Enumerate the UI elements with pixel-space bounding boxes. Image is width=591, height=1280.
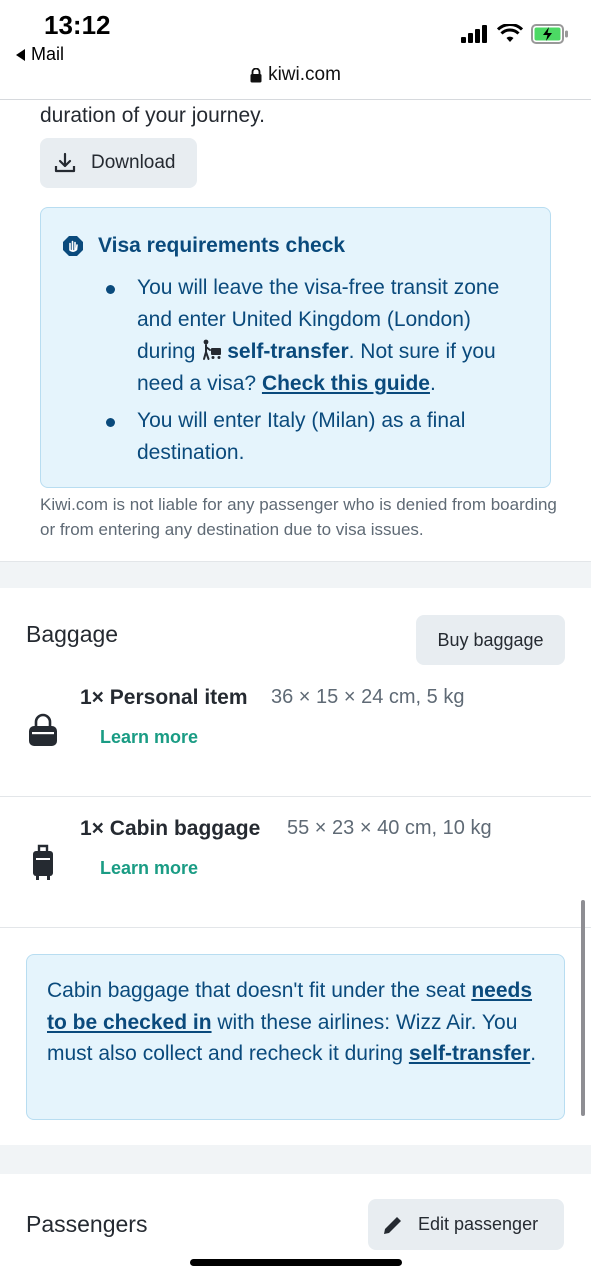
edit-passenger-label: Edit passenger <box>418 1214 539 1234</box>
lock-icon <box>250 67 262 82</box>
check-guide-link[interactable]: Check this guide <box>262 372 430 395</box>
back-to-mail-link[interactable]: Mail <box>16 44 64 65</box>
status-bar: 13:12 Mail kiwi.com <box>0 0 591 100</box>
self-transfer-icon <box>203 339 222 360</box>
cabin-baggage-name: 1× Cabin baggage <box>80 817 261 840</box>
personal-item-name: 1× Personal item <box>80 686 248 709</box>
notice-text-1: Cabin baggage that doesn't fit under the… <box>47 979 466 1002</box>
baggage-title: Baggage <box>26 621 119 647</box>
cabin-baggage-notice: Cabin baggage that doesn't fit under the… <box>26 954 565 1120</box>
cabin-baggage-dims: 55 × 23 × 40 cm, 10 kg <box>287 817 492 839</box>
scrollbar[interactable] <box>581 900 585 1116</box>
visa-title: Visa requirements check <box>98 234 346 257</box>
baggage-card: Baggage Buy baggage 1× Personal item 36 … <box>0 588 591 1145</box>
address-bar[interactable]: kiwi.com <box>0 64 591 86</box>
visa-disclaimer: Kiwi.com is not liable for any passenger… <box>40 495 557 539</box>
visa-item-transit: You will leave the visa-free transit zon… <box>101 272 521 400</box>
personal-item-dims: 36 × 15 × 24 cm, 5 kg <box>271 686 465 708</box>
self-transfer-label[interactable]: self-transfer <box>227 340 348 363</box>
home-indicator[interactable] <box>190 1259 402 1266</box>
wifi-icon <box>497 24 523 42</box>
visa-card: duration of your journey. Download Visa … <box>0 100 591 562</box>
download-label: Download <box>91 152 176 173</box>
cabin-baggage-learn-more[interactable]: Learn more <box>100 858 198 879</box>
url-text: kiwi.com <box>268 64 341 85</box>
intro-text: duration of your journey. <box>40 104 265 127</box>
self-transfer-link[interactable]: self-transfer <box>409 1042 530 1065</box>
notice-end: . <box>530 1042 537 1065</box>
back-label: Mail <box>31 44 65 64</box>
system-icons <box>461 24 569 44</box>
handbag-icon <box>29 713 57 746</box>
download-icon <box>54 152 76 173</box>
buy-baggage-button[interactable]: Buy baggage <box>416 615 565 665</box>
suitcase-icon <box>33 844 53 880</box>
visa-item-end: . <box>429 372 436 395</box>
stop-hand-icon <box>63 236 83 256</box>
pencil-icon <box>384 1216 401 1234</box>
personal-item-learn-more[interactable]: Learn more <box>100 727 198 748</box>
clock: 13:12 <box>44 10 111 40</box>
battery-charging-icon <box>531 24 568 44</box>
personal-item-row: 1× Personal item 36 × 15 × 24 cm, 5 kg L… <box>0 666 591 797</box>
cellular-signal-icon <box>461 25 487 43</box>
edit-passenger-button[interactable]: Edit passenger <box>368 1199 564 1250</box>
cabin-baggage-row: 1× Cabin baggage 55 × 23 × 40 cm, 10 kg … <box>0 797 591 928</box>
visa-check-box: Visa requirements check You will leave t… <box>40 207 551 488</box>
passengers-title: Passengers <box>26 1211 148 1237</box>
visa-item-destination: You will enter Italy (Milan) as a final … <box>101 405 521 469</box>
back-arrow-icon <box>16 48 25 61</box>
visa-list: You will leave the visa-free transit zon… <box>101 272 521 474</box>
download-button[interactable]: Download <box>40 138 197 188</box>
